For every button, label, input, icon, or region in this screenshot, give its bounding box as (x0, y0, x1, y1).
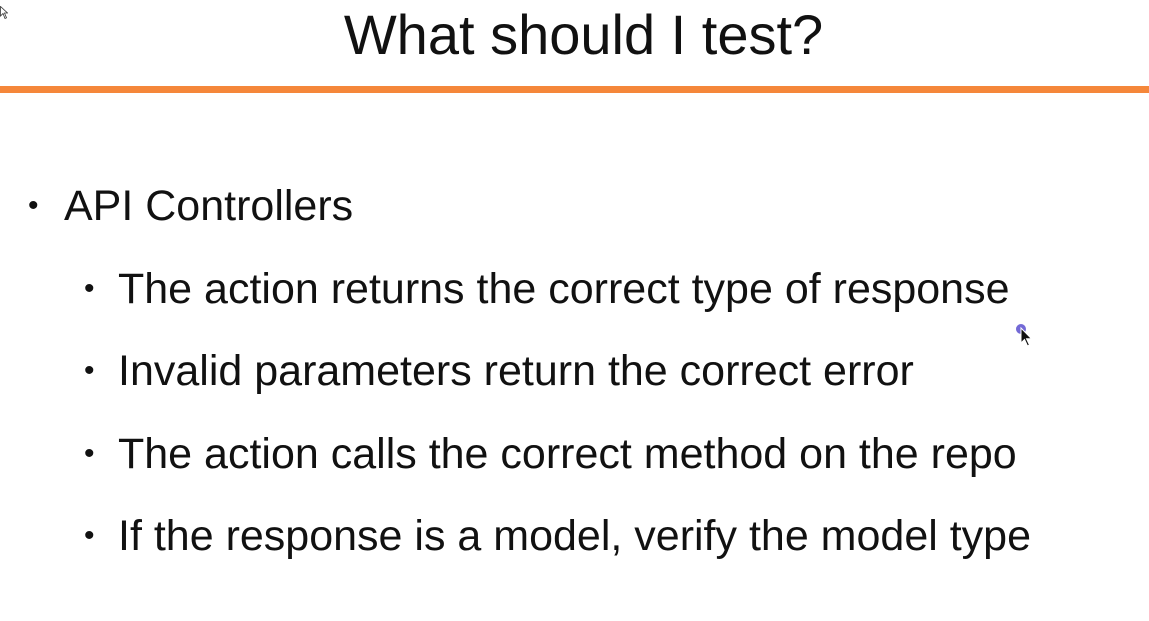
bullet-item-level1: • API Controllers (28, 181, 354, 231)
sub-bullet-item: • If the response is a model, verify the… (84, 511, 1032, 561)
bullet-glyph: • (28, 189, 39, 222)
sub-bullet-item: • Invalid parameters return the correct … (84, 346, 914, 396)
bullet-glyph: • (84, 437, 95, 470)
bullet-glyph: • (84, 272, 95, 305)
sub-bullet-item: • The action returns the correct type of… (84, 264, 1010, 314)
sub-bullet-text: If the response is a model, verify the m… (118, 512, 1032, 560)
arrow-pointer-icon (1016, 324, 1033, 347)
bullet-list: • API Controllers • The action returns t… (0, 0, 1149, 621)
bullet-glyph: • (84, 354, 95, 387)
bullet-glyph: • (84, 519, 95, 552)
sub-bullet-text: The action returns the correct type of r… (118, 265, 1010, 313)
sub-bullet-text: Invalid parameters return the correct er… (118, 347, 914, 395)
sub-bullet-text: The action calls the correct method on t… (118, 430, 1017, 478)
bullet-text: API Controllers (64, 182, 354, 230)
sub-bullet-item: • The action calls the correct method on… (84, 429, 1017, 479)
presentation-slide: What should I test? • API Controllers • … (0, 0, 1149, 621)
